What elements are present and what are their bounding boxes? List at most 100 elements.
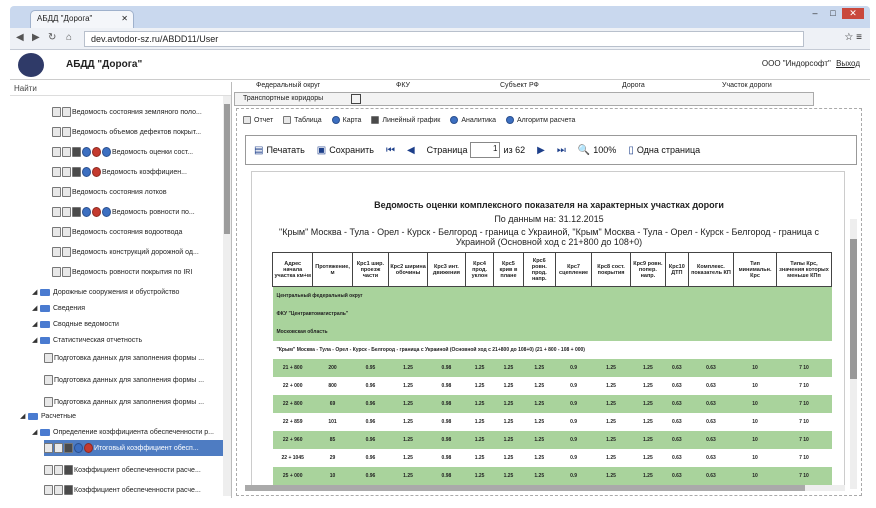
table-cell: 1.25 — [474, 454, 485, 461]
tree-folder[interactable]: ◢ Сведения — [32, 300, 85, 316]
tree-item[interactable]: Ведомость состояния земляного поло... — [52, 104, 202, 120]
tree-item[interactable]: Ведомость оценки сост... — [52, 144, 193, 160]
last-page-button[interactable]: ⏭ — [557, 145, 566, 156]
page-number-input[interactable]: 1 — [470, 142, 501, 158]
table-row[interactable]: 22 + 960 85 0.96 1.25 0.98 1.25 1.25 1.25 0.9 1.2… — [272, 430, 832, 449]
table-cell: 0.98 — [441, 418, 452, 425]
url-field[interactable]: dev.avtodor-sz.ru/ABDD11/User — [84, 31, 804, 47]
tree-item-selected[interactable]: Итоговый коэффициент обесп... — [44, 440, 224, 456]
print-button[interactable]: ▤ Печатать — [254, 145, 305, 156]
table-icon — [62, 227, 71, 237]
logout-link[interactable]: Выход — [836, 59, 860, 68]
tab-table[interactable]: Таблица — [283, 116, 322, 124]
tree-folder[interactable]: ◢ Дорожные сооружения и обустройство — [32, 284, 179, 300]
analytics-icon — [92, 167, 101, 177]
table-cell: 10 — [752, 454, 758, 461]
table-cell: 1.25 — [503, 382, 514, 389]
table-row[interactable]: 21 + 800 200 0.95 1.25 0.98 1.25 1.25 1.25 0.9 1.… — [272, 358, 832, 377]
prev-page-icon: ◀ — [406, 144, 415, 156]
next-page-button[interactable]: ▶ — [537, 145, 545, 156]
folder-icon — [28, 412, 38, 420]
tree-item[interactable]: Ведомость состояния лотков — [52, 184, 167, 200]
filter-federal-district[interactable]: Федеральный округ — [256, 82, 320, 89]
tree-item[interactable]: Коэффициент обеспеченности расче... — [44, 462, 201, 478]
table-cell: 0.63 — [665, 430, 689, 449]
save-button[interactable]: ▣ Сохранить — [317, 145, 374, 156]
report-icon — [52, 207, 61, 217]
chart-icon — [72, 167, 81, 177]
next-page-icon: ▶ — [537, 144, 545, 156]
view-tabs: Отчет Таблица Карта Линейный график Анал… — [243, 113, 575, 127]
sidebar-scroll-thumb[interactable] — [224, 104, 230, 234]
tree-item[interactable]: Подготовка данных для заполнения формы .… — [44, 372, 204, 388]
report-icon — [44, 465, 53, 475]
table-row[interactable]: 25 + 000 10 0.96 1.25 0.98 1.25 1.25 1.25 0.9 1.2… — [272, 466, 832, 485]
first-page-button[interactable]: ⏮ — [386, 145, 395, 156]
tree-folder[interactable]: ◢ Определение коэффициента обеспеченности… — [32, 424, 214, 440]
table-row[interactable]: 22 + 000 800 0.96 1.25 0.98 1.25 1.25 1.25 0.9 1.… — [273, 377, 832, 395]
report-icon — [44, 353, 53, 363]
report-vertical-scrollbar[interactable] — [850, 219, 857, 489]
sidebar-search[interactable]: Найти — [10, 82, 231, 96]
zoom-icon: 🔍 — [577, 144, 591, 156]
tree-item[interactable]: Коэффициент обеспеченности расче... — [44, 482, 201, 498]
report-horizontal-scroll-thumb[interactable] — [245, 485, 805, 491]
tab-linear-graph[interactable]: Линейный график — [371, 116, 440, 124]
table-cell: 1.25 — [388, 430, 428, 449]
prev-page-button[interactable]: ◀ — [407, 145, 415, 156]
minimize-icon[interactable]: – — [806, 8, 824, 18]
tree-folder[interactable]: ◢ Статистическая отчетность — [32, 332, 142, 348]
tab-map[interactable]: Карта — [331, 116, 361, 124]
tab-analytics[interactable]: Аналитика — [450, 116, 496, 124]
close-tab-icon[interactable]: ✕ — [121, 14, 128, 23]
sidebar-scrollbar[interactable] — [223, 96, 231, 496]
filter-icon[interactable] — [351, 94, 361, 104]
tree-item[interactable]: Ведомость коэффициен... — [52, 164, 187, 180]
report-icon — [44, 485, 53, 495]
table-icon — [54, 443, 63, 453]
tree-folder[interactable]: ◢ Расчетные — [20, 408, 76, 424]
tab-report[interactable]: Отчет — [243, 116, 273, 124]
tree-item[interactable]: Ведомость состояния водоотвода — [52, 224, 182, 240]
home-icon[interactable]: ⌂ — [66, 32, 72, 43]
table-row[interactable]: 22 + 1045 29 0.96 1.25 0.98 1.25 1.25 1.25 0.9 1.… — [273, 449, 832, 467]
maximize-icon[interactable]: □ — [824, 8, 842, 18]
filter-fku[interactable]: ФКУ — [396, 82, 410, 89]
emblem-icon — [18, 53, 44, 77]
tree-folder[interactable]: ◢ Сводные ведомости — [32, 316, 119, 332]
reload-icon[interactable]: ↻ — [48, 32, 56, 43]
report-horizontal-scrollbar[interactable] — [245, 485, 845, 491]
table-cell: 10 — [733, 430, 777, 449]
tree-item[interactable]: Ведомость конструкций дорожной од... — [52, 244, 199, 260]
close-window-icon[interactable]: ✕ — [842, 8, 864, 19]
table-cell: 0.96 — [365, 382, 376, 389]
forward-icon[interactable]: ▶ — [32, 32, 40, 43]
table-cell: 1.25 — [630, 430, 666, 449]
table-cell: 25 + 000 — [272, 466, 313, 485]
table-row[interactable]: 22 + 859 101 0.96 1.25 0.98 1.25 1.25 1.25 0.9 1.… — [273, 413, 832, 431]
table-cell: 22 + 859 — [282, 418, 303, 425]
tree-item[interactable]: Ведомость ровности по... — [52, 204, 195, 220]
table-cell: 1.25 — [643, 454, 653, 461]
back-icon[interactable]: ◀ — [16, 32, 24, 43]
report-vertical-scroll-thumb[interactable] — [850, 239, 857, 379]
corridor-filter[interactable]: Транспортные коридоры — [234, 92, 814, 106]
table-cell: 0.98 — [427, 430, 466, 449]
filter-road-section[interactable]: Участок дороги — [722, 82, 772, 89]
zoom-button[interactable]: 🔍 100% — [578, 145, 616, 156]
report-icon — [44, 443, 53, 453]
table-icon — [62, 167, 71, 177]
filter-subject[interactable]: Субъект РФ — [500, 82, 539, 89]
tree-item[interactable]: Подготовка данных для заполнения формы .… — [44, 350, 204, 366]
table-cell: 0.9 — [570, 454, 578, 461]
filter-road[interactable]: Дорога — [622, 82, 645, 89]
bookmark-star-icon[interactable]: ☆ ≡ — [844, 32, 862, 43]
tab-algorithm[interactable]: Алгоритм расчета — [506, 116, 575, 124]
tree-item[interactable]: Ведомость ровности покрытия по IRI — [52, 264, 192, 280]
table-row[interactable]: 22 + 800 69 0.96 1.25 0.98 1.25 1.25 1.25 0.9 1.2… — [272, 394, 832, 413]
chart-icon — [72, 207, 81, 217]
tree-item[interactable]: Ведомость объемов дефектов покрыт... — [52, 124, 201, 140]
browser-tab[interactable]: АБДД "Дорога" ✕ — [30, 10, 134, 28]
single-page-button[interactable]: ▯ Одна страница — [628, 145, 700, 156]
table-cell: 0.63 — [671, 418, 682, 425]
